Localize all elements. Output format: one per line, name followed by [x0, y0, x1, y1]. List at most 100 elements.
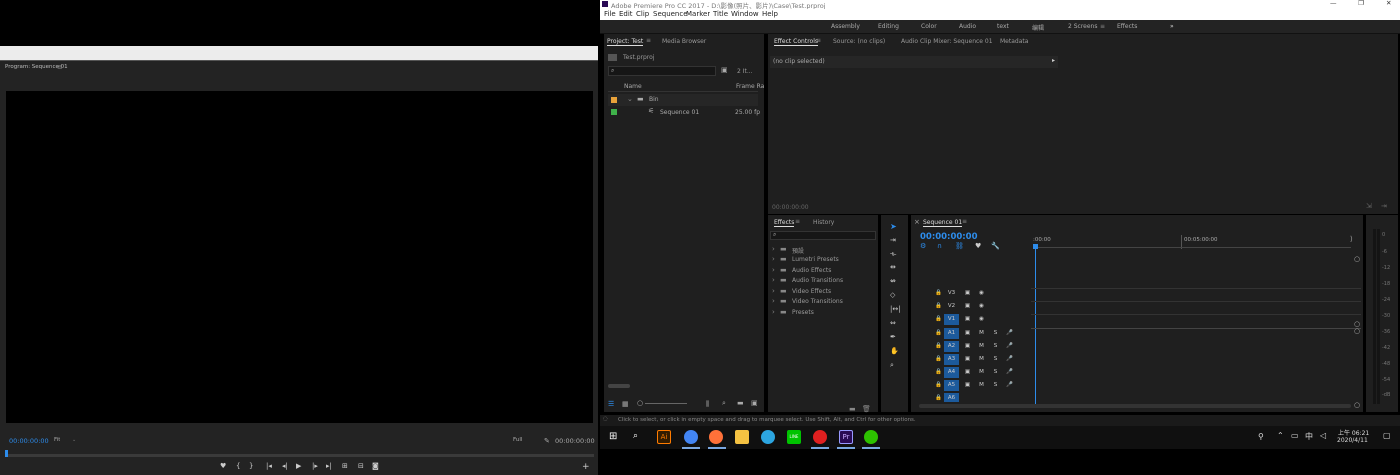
chevron-right-icon[interactable]: › [772, 287, 775, 295]
time-ruler[interactable] [1033, 247, 1351, 248]
solo-button[interactable]: S [990, 341, 1001, 352]
search-icon[interactable]: ⌕ [633, 431, 638, 441]
out-point-icon[interactable]: } [249, 462, 253, 470]
track-label[interactable]: V3 [946, 288, 957, 299]
lock-icon[interactable]: 🔒 [933, 314, 944, 325]
sync-lock-icon[interactable]: ▣ [962, 380, 973, 391]
rolling-edit-tool-icon[interactable]: ⇹ [890, 263, 896, 271]
file-explorer-icon[interactable] [735, 430, 749, 444]
camera-icon[interactable]: ◙ [372, 462, 379, 470]
list-item[interactable]: › ▬ Lumetri Presets [768, 255, 878, 265]
lock-icon[interactable]: 🔒 [933, 328, 944, 339]
track-label[interactable]: A3 [944, 354, 959, 365]
step-back-icon[interactable]: ◂| [282, 462, 288, 470]
project-search-input[interactable]: ⌕ [608, 66, 716, 76]
track-v1[interactable]: 🔒 V1 ▣ ◉ [911, 314, 1031, 327]
close-tab-icon[interactable]: × [914, 218, 920, 226]
ripple-edit-tool-icon[interactable]: ⟛ [890, 250, 896, 259]
zoom-tool-icon[interactable]: ⌕ [890, 361, 894, 370]
window-titlebar[interactable]: Adobe Premiere Pro CC 2017 - D:\影像(照片、影片… [600, 0, 1400, 10]
people-icon[interactable]: ⚲ [1258, 432, 1264, 441]
chevron-right-icon[interactable]: › [772, 245, 775, 253]
slip-tool-icon[interactable]: |↔| [890, 305, 901, 313]
track-a3[interactable]: 🔒 A3 ▣ M S 🎤 [911, 354, 1031, 367]
track-label[interactable]: A6 [944, 393, 959, 402]
workspace-assembly[interactable]: Assembly [831, 23, 860, 30]
track-a1[interactable]: 🔒 A1 ▣ M S 🎤 [911, 328, 1031, 341]
tab-history[interactable]: History [813, 219, 834, 226]
eye-icon[interactable]: ◉ [976, 301, 987, 312]
workspace-effects[interactable]: Effects [1117, 23, 1137, 30]
speaker-icon[interactable]: ◁ [1320, 431, 1326, 440]
mute-button[interactable]: M [976, 341, 987, 352]
linked-selection-icon[interactable]: ⛓ [955, 242, 964, 250]
icon-view-icon[interactable]: ▦ [622, 400, 629, 408]
panel-menu-icon[interactable]: ≡ [816, 37, 821, 44]
search-icon[interactable]: ⌕ [722, 399, 726, 408]
mute-button[interactable]: M [976, 328, 987, 339]
clip-selector[interactable]: (no clip selected) ▸ [770, 56, 1058, 68]
workspace-2-screens[interactable]: 2 Screens [1068, 23, 1097, 30]
track-label[interactable]: V2 [946, 301, 957, 312]
mute-button[interactable]: M [976, 354, 987, 365]
effects-search-input[interactable]: ⌕ [770, 231, 876, 240]
list-item[interactable]: › ▬ 預設 [768, 245, 878, 255]
telegram-app-icon[interactable] [761, 430, 775, 444]
microphone-icon[interactable]: 🎤 [1004, 354, 1015, 365]
chevron-right-icon[interactable]: › [772, 297, 775, 305]
horizontal-scrollbar[interactable] [919, 404, 1351, 408]
track-label[interactable]: V1 [944, 314, 959, 325]
track-label[interactable]: A5 [944, 380, 959, 391]
menu-help[interactable]: Help [762, 10, 778, 18]
workspace-editing[interactable]: Editing [878, 23, 899, 30]
panel-menu-icon[interactable]: ≡ [795, 218, 800, 225]
extract-icon[interactable]: ⊟ [358, 462, 364, 470]
export-frame-icon[interactable]: ⇲ [1366, 202, 1372, 210]
lock-icon[interactable]: 🔒 [933, 341, 944, 352]
zoom-select[interactable]: Fit [54, 437, 60, 443]
list-item[interactable]: › ▬ Video Effects [768, 287, 878, 297]
add-button-icon[interactable]: + [582, 462, 590, 472]
lock-icon[interactable]: 🔒 [933, 288, 944, 299]
eye-icon[interactable]: ◉ [976, 314, 987, 325]
tab-effect-controls[interactable]: Effect Controls [774, 38, 818, 46]
menu-marker[interactable]: Marker [686, 10, 710, 18]
lock-icon[interactable]: 🔒 [933, 301, 944, 312]
workspace-edit-cn[interactable]: 编辑 [1032, 23, 1044, 32]
new-bin-from-search-icon[interactable]: ▣ [721, 66, 728, 74]
add-marker-icon[interactable]: ♥ [975, 242, 981, 250]
menu-edit[interactable]: Edit [619, 10, 633, 18]
list-item[interactable]: › ▬ Video Transitions [768, 297, 878, 307]
list-item[interactable]: ⚟ Sequence 01 25.00 fp [608, 106, 760, 118]
zoom-slider-icon[interactable]: ○ [637, 399, 643, 407]
play-icon[interactable]: ▶ [296, 462, 301, 470]
ime-indicator[interactable]: 中 [1305, 431, 1313, 442]
go-to-in-icon[interactable]: |◂ [266, 462, 272, 470]
menu-file[interactable]: File [604, 10, 616, 18]
more-workspaces-icon[interactable]: » [1170, 23, 1174, 30]
microphone-icon[interactable]: 🎤 [1004, 380, 1015, 391]
razor-tool-icon[interactable]: ◇ [890, 291, 895, 299]
program-video-frame[interactable] [6, 91, 593, 423]
illustrator-app-icon[interactable]: Ai [657, 430, 671, 444]
timeline-timecode[interactable]: 00:00:00:00 [920, 232, 978, 242]
solo-button[interactable]: S [990, 380, 1001, 391]
selection-tool-icon[interactable]: ➤ [890, 222, 897, 231]
workspace-text[interactable]: text [997, 23, 1009, 30]
sync-lock-icon[interactable]: ▣ [962, 367, 973, 378]
mute-button[interactable]: M [976, 380, 987, 391]
add-marker-icon[interactable]: ⇥ [1381, 202, 1387, 210]
lift-icon[interactable]: ⊞ [342, 462, 348, 470]
tab-audio-clip-mixer[interactable]: Audio Clip Mixer: Sequence 01 [901, 38, 993, 45]
track-v2[interactable]: 🔒 V2 ▣ ◉ [911, 301, 1031, 314]
lock-icon[interactable]: 🔒 [933, 367, 944, 378]
track-label[interactable]: A2 [944, 341, 959, 352]
pen-tool-icon[interactable]: ✒ [890, 333, 896, 341]
sync-lock-icon[interactable]: ▣ [962, 288, 973, 299]
expand-arrow-icon[interactable]: ▸ [1052, 57, 1055, 64]
workspace-audio[interactable]: Audio [959, 23, 976, 30]
hand-tool-icon[interactable]: ✋ [890, 347, 899, 355]
horizontal-scrollbar[interactable] [608, 384, 630, 388]
marker-icon[interactable]: ♥ [220, 462, 226, 470]
track-select-tool-icon[interactable]: ⇥ [890, 236, 896, 244]
